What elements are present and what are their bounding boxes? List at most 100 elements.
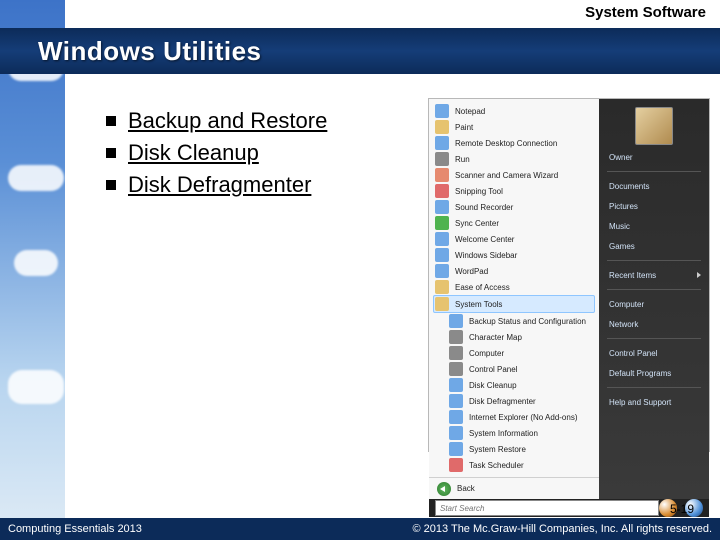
program-label: Notepad — [455, 107, 485, 116]
bullet-square-icon — [106, 148, 116, 158]
chapter-label: System Software — [585, 4, 706, 21]
separator — [607, 387, 701, 388]
program-item[interactable]: Sync Center — [435, 215, 593, 231]
program-label: Disk Cleanup — [469, 381, 517, 390]
page-number: 5-19 — [670, 502, 694, 516]
program-item[interactable]: Disk Defragmenter — [435, 393, 593, 409]
places-item[interactable]: Documents — [599, 176, 709, 196]
footer-bar: Computing Essentials 2013 © 2013 The Mc.… — [0, 518, 720, 540]
program-label: Backup Status and Configuration — [469, 317, 586, 326]
places-item[interactable]: Default Programs — [599, 363, 709, 383]
program-icon — [435, 136, 449, 150]
program-icon — [435, 280, 449, 294]
program-icon — [435, 104, 449, 118]
program-item[interactable]: Scanner and Camera Wizard — [435, 167, 593, 183]
slide-title: Windows Utilities — [38, 36, 262, 67]
program-item[interactable]: Computer — [435, 345, 593, 361]
program-icon — [449, 426, 463, 440]
places-item[interactable]: Network — [599, 314, 709, 334]
program-icon — [435, 264, 449, 278]
start-search-input[interactable] — [435, 500, 659, 516]
program-item[interactable]: Windows Sidebar — [435, 247, 593, 263]
back-row[interactable]: Back — [429, 477, 599, 499]
places-item[interactable]: Music — [599, 216, 709, 236]
program-icon — [435, 120, 449, 134]
program-item[interactable]: Disk Cleanup — [435, 377, 593, 393]
separator — [607, 338, 701, 339]
program-item[interactable]: Remote Desktop Connection — [435, 135, 593, 151]
program-icon — [449, 410, 463, 424]
bullet-link[interactable]: Disk Cleanup — [128, 140, 259, 166]
program-item[interactable]: Snipping Tool — [435, 183, 593, 199]
footer-right: © 2013 The Mc.Graw-Hill Companies, Inc. … — [412, 523, 712, 535]
submenu-arrow-icon — [697, 272, 701, 278]
separator — [607, 260, 701, 261]
program-label: Remote Desktop Connection — [455, 139, 557, 148]
program-item[interactable]: Paint — [435, 119, 593, 135]
start-menu-places-pane: Owner DocumentsPicturesMusicGames Recent I… — [599, 99, 709, 499]
program-label: Character Map — [469, 333, 522, 342]
program-icon — [435, 248, 449, 262]
back-label: Back — [457, 484, 475, 493]
footer-left: Computing Essentials 2013 — [8, 523, 142, 535]
program-label: Windows Sidebar — [455, 251, 517, 260]
program-icon — [449, 378, 463, 392]
program-icon — [435, 184, 449, 198]
program-item[interactable]: System Restore — [435, 441, 593, 457]
program-icon — [449, 330, 463, 344]
program-label: Computer — [469, 349, 504, 358]
places-item[interactable]: Control Panel — [599, 343, 709, 363]
program-icon — [449, 458, 463, 472]
places-item[interactable]: Games — [599, 236, 709, 256]
bullet-square-icon — [106, 180, 116, 190]
program-item[interactable]: Welcome Center — [435, 231, 593, 247]
program-icon — [449, 362, 463, 376]
program-label: System Restore — [469, 445, 526, 454]
program-icon — [435, 232, 449, 246]
program-label: Paint — [455, 123, 473, 132]
bullet-item: Backup and Restore — [106, 108, 406, 134]
program-label: Task Scheduler — [469, 461, 524, 470]
places-item[interactable]: Recent Items — [599, 265, 709, 285]
program-icon — [435, 168, 449, 182]
program-label: Snipping Tool — [455, 187, 503, 196]
user-avatar — [635, 107, 673, 145]
program-item[interactable]: Internet Explorer (No Add-ons) — [435, 409, 593, 425]
places-item[interactable]: Computer — [599, 294, 709, 314]
program-label: Welcome Center — [455, 235, 514, 244]
program-icon — [435, 216, 449, 230]
bullet-link[interactable]: Disk Defragmenter — [128, 172, 311, 198]
places-item[interactable]: Owner — [599, 147, 709, 167]
places-item[interactable]: Help and Support — [599, 392, 709, 412]
start-menu-screenshot: Notepad Paint Remote Desktop Connection Run… — [428, 98, 710, 452]
program-icon — [435, 152, 449, 166]
program-item[interactable]: Ease of Access — [435, 279, 593, 295]
bullet-square-icon — [106, 116, 116, 126]
start-menu-programs-pane: Notepad Paint Remote Desktop Connection Run… — [429, 99, 599, 499]
program-item[interactable]: Sound Recorder — [435, 199, 593, 215]
search-row — [429, 499, 709, 517]
program-icon — [435, 297, 449, 311]
separator — [607, 171, 701, 172]
program-item[interactable]: Run — [435, 151, 593, 167]
program-icon — [435, 200, 449, 214]
slide: System Software Windows Utilities Backup… — [0, 0, 720, 540]
program-item[interactable]: System Information — [435, 425, 593, 441]
program-item[interactable]: WordPad — [435, 263, 593, 279]
program-label: System Tools — [455, 300, 502, 309]
program-item[interactable]: Backup Status and Configuration — [435, 313, 593, 329]
program-icon — [449, 394, 463, 408]
places-item[interactable]: Pictures — [599, 196, 709, 216]
program-item[interactable]: Control Panel — [435, 361, 593, 377]
separator — [607, 289, 701, 290]
program-item[interactable]: System Tools — [433, 295, 595, 313]
program-icon — [449, 442, 463, 456]
program-item[interactable]: Task Scheduler — [435, 457, 593, 473]
bullet-link[interactable]: Backup and Restore — [128, 108, 327, 134]
program-item[interactable]: Character Map — [435, 329, 593, 345]
program-item[interactable]: Notepad — [435, 103, 593, 119]
title-bar: Windows Utilities — [0, 28, 720, 74]
program-label: Run — [455, 155, 470, 164]
program-icon — [449, 314, 463, 328]
program-label: WordPad — [455, 267, 488, 276]
